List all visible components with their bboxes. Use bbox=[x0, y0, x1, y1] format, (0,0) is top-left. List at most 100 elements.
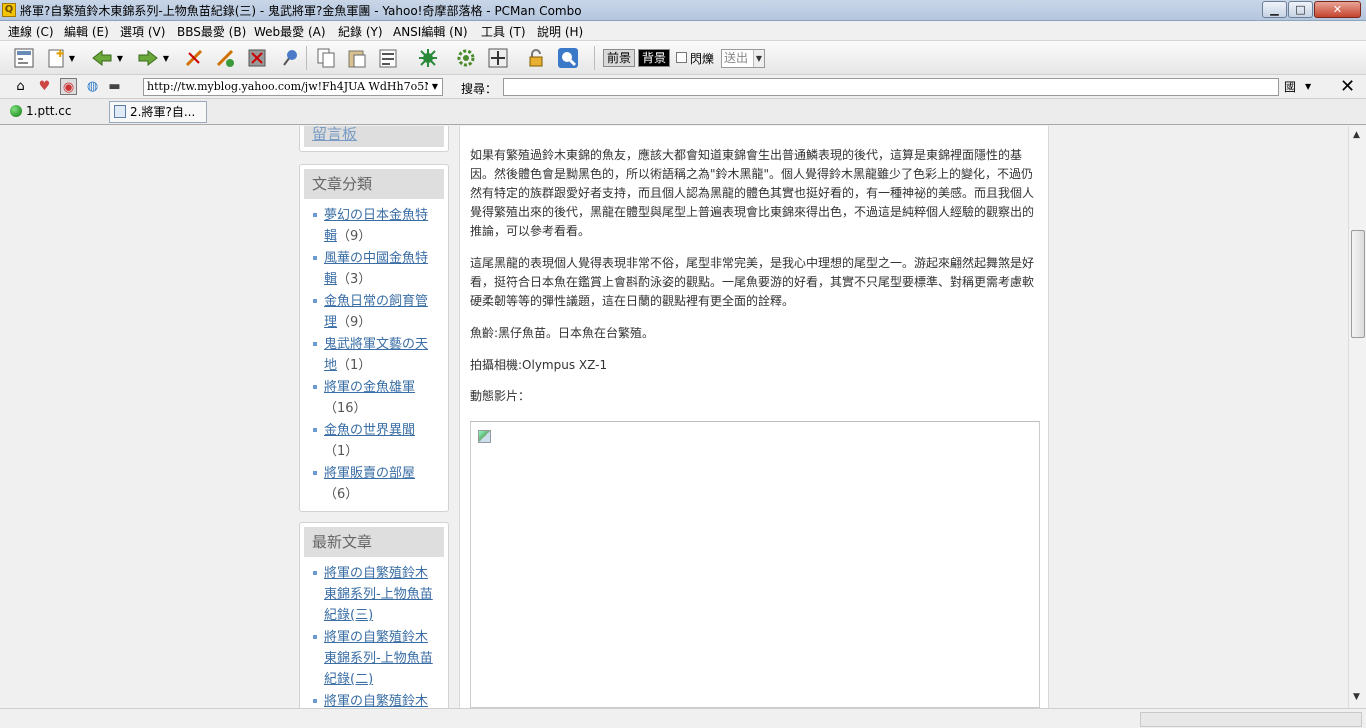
url-dropdown-icon[interactable]: ▼ bbox=[428, 79, 442, 95]
globe-icon[interactable]: ◍ bbox=[84, 78, 101, 95]
latest-posts-list: 將軍の自繁殖鈴木東錦系列-上物魚苗紀錄(三) 將軍の自繁殖鈴木東錦系列-上物魚苗… bbox=[300, 557, 448, 708]
categories-list: 夢幻の日本金魚特輯（9） 風華の中國金魚特輯（3） 金魚日常の飼育管理（9） 鬼… bbox=[300, 199, 448, 512]
status-panel bbox=[1140, 712, 1362, 727]
fish-age-text: 魚齡:黑仔魚苗。日本魚在台繁殖。 bbox=[470, 326, 655, 340]
category-item: 金魚日常の飼育管理（9） bbox=[312, 291, 438, 333]
toolbar-separator bbox=[594, 46, 595, 70]
charset-dropdown-icon[interactable]: ▼ bbox=[1305, 78, 1317, 96]
terminal-icon[interactable]: ▬ bbox=[106, 78, 123, 95]
copy-icon[interactable] bbox=[314, 46, 338, 70]
app-icon: Q bbox=[2, 3, 16, 17]
category-link[interactable]: 將軍販賣の部屋 bbox=[324, 466, 415, 481]
blink-label: 閃爍 bbox=[690, 52, 715, 66]
lock-icon[interactable] bbox=[524, 46, 548, 70]
minimize-button[interactable]: ▁ bbox=[1262, 1, 1287, 18]
latest-posts-heading: 最新文章 bbox=[304, 527, 444, 557]
forward-arrow-icon[interactable] bbox=[136, 46, 160, 70]
tab-ptt[interactable]: 1.ptt.cc bbox=[6, 101, 104, 123]
toolbar-separator bbox=[306, 46, 307, 70]
foreground-color-button[interactable]: 前景 bbox=[603, 49, 636, 67]
latest-post-item: 將軍の自繁殖鈴木東錦系列-上物魚苗紀錄(三) bbox=[312, 563, 438, 626]
back-arrow-icon[interactable] bbox=[90, 46, 114, 70]
vertical-scrollbar[interactable]: ▲ ▼ bbox=[1348, 126, 1366, 708]
add-page-icon[interactable]: ✚ bbox=[44, 46, 68, 70]
fullscreen-icon[interactable] bbox=[486, 46, 510, 70]
category-link[interactable]: 金魚の世界異聞 bbox=[324, 423, 415, 438]
forward-dropdown-icon[interactable]: ▼ bbox=[160, 46, 172, 70]
menu-options[interactable]: 選項 (V) bbox=[120, 23, 165, 40]
address-bar: ⌂ ♥ ◉ ◍ ▬ http://tw.myblog.yahoo.com/jw!… bbox=[0, 75, 1366, 99]
category-count: （3） bbox=[337, 272, 372, 287]
paste-special-icon[interactable] bbox=[376, 46, 400, 70]
settings-gear-icon[interactable] bbox=[454, 46, 478, 70]
back-dropdown-icon[interactable]: ▼ bbox=[114, 46, 126, 70]
quick-search-icon[interactable] bbox=[556, 46, 580, 70]
category-count: （9） bbox=[337, 229, 372, 244]
disconnect-icon[interactable] bbox=[182, 46, 206, 70]
blink-checkbox[interactable] bbox=[676, 52, 687, 63]
latest-post-link[interactable]: 將軍の自繁殖鈴木東錦系列-上物魚苗紀錄(二) bbox=[324, 630, 433, 687]
favorites-heart-icon[interactable]: ♥ bbox=[36, 78, 53, 95]
main-toolbar: ✚ ▼ ▼ ▼ 前景 背景 閃爍 送出 ▼ bbox=[0, 41, 1366, 75]
message-board-link[interactable]: 留言板 bbox=[304, 126, 444, 147]
scroll-thumb[interactable] bbox=[1351, 230, 1365, 338]
send-dropdown-arrow-icon[interactable]: ▼ bbox=[753, 50, 764, 67]
latest-post-link[interactable]: 將軍の自繁殖鈴木 bbox=[324, 694, 428, 708]
broken-image-icon bbox=[478, 430, 491, 443]
category-item: 將軍販賣の部屋 （6） bbox=[312, 463, 438, 505]
tab-label: 1.ptt.cc bbox=[26, 104, 72, 118]
tab-bar: 1.ptt.cc 2.將軍?自... bbox=[0, 99, 1366, 125]
menu-connect[interactable]: 連線 (C) bbox=[8, 23, 54, 40]
menu-edit[interactable]: 編輯 (E) bbox=[64, 23, 109, 40]
menu-help[interactable]: 說明 (H) bbox=[537, 23, 583, 40]
category-item: 風華の中國金魚特輯（3） bbox=[312, 248, 438, 290]
maximize-button[interactable]: □ bbox=[1288, 1, 1313, 18]
search-input[interactable] bbox=[503, 78, 1279, 96]
category-count: （9） bbox=[337, 315, 372, 330]
background-color-button[interactable]: 背景 bbox=[638, 49, 671, 67]
search-label: 搜尋： bbox=[461, 82, 498, 96]
menu-web-favorites[interactable]: Web最愛 (A) bbox=[254, 23, 326, 40]
menu-ansi-edit[interactable]: ANSI編輯 (N) bbox=[393, 23, 468, 40]
reconnect-icon[interactable] bbox=[213, 46, 237, 70]
article-pane: 如果有繁殖過鈴木東錦的魚友，應該大都會知道東錦會生出普通鱗表現的後代，這算是東錦… bbox=[459, 126, 1049, 708]
video-label: 動態影片： bbox=[470, 389, 531, 403]
message-board-box: 留言板 bbox=[299, 126, 449, 152]
pin-icon[interactable] bbox=[277, 46, 301, 70]
emoticon-icon[interactable] bbox=[416, 46, 440, 70]
category-count: （1） bbox=[324, 444, 359, 459]
category-item: 鬼武將軍文藝の天地（1） bbox=[312, 334, 438, 376]
add-page-dropdown-icon[interactable]: ▼ bbox=[66, 46, 78, 70]
scroll-down-icon[interactable]: ▼ bbox=[1353, 692, 1360, 702]
category-item: 金魚の世界異聞 （1） bbox=[312, 420, 438, 462]
svg-text:✚: ✚ bbox=[56, 49, 64, 60]
menu-bar: 連線 (C) 編輯 (E) 選項 (V) BBS最愛 (B) Web最愛 (A)… bbox=[0, 21, 1366, 41]
url-input[interactable]: http://tw.myblog.yahoo.com/jw!Fh4JUA WdH… bbox=[143, 78, 443, 96]
article-paragraph: 這尾黑龍的表現個人覺得表現非常不俗，尾型非常完美，是我心中理想的尾型之一。游起來… bbox=[470, 256, 1035, 308]
latest-posts-box: 最新文章 將軍の自繁殖鈴木東錦系列-上物魚苗紀錄(三) 將軍の自繁殖鈴木東錦系列… bbox=[299, 522, 449, 708]
tab-blog[interactable]: 2.將軍?自... bbox=[109, 101, 207, 123]
stop-icon[interactable] bbox=[245, 46, 269, 70]
menu-history[interactable]: 紀錄 (Y) bbox=[338, 23, 383, 40]
camera-text: 拍攝相機:Olympus XZ-1 bbox=[470, 358, 608, 372]
record-icon[interactable]: ◉ bbox=[60, 78, 77, 95]
new-page-icon[interactable] bbox=[12, 46, 36, 70]
category-link[interactable]: 將軍の金魚雄軍 bbox=[324, 380, 415, 395]
home-icon[interactable]: ⌂ bbox=[12, 78, 29, 95]
category-count: （6） bbox=[324, 487, 359, 502]
tab-label: 2.將軍?自... bbox=[130, 105, 196, 119]
video-embed[interactable] bbox=[470, 421, 1040, 708]
web-viewport: 留言板 文章分類 夢幻の日本金魚特輯（9） 風華の中國金魚特輯（3） 金魚日常の… bbox=[0, 126, 1348, 708]
latest-post-link[interactable]: 將軍の自繁殖鈴木東錦系列-上物魚苗紀錄(三) bbox=[324, 566, 433, 623]
connected-status-icon bbox=[10, 105, 22, 117]
close-window-button[interactable]: ✕ bbox=[1314, 1, 1361, 18]
category-count: （1） bbox=[337, 358, 372, 373]
paste-icon[interactable] bbox=[345, 46, 369, 70]
menu-tools[interactable]: 工具 (T) bbox=[481, 23, 526, 40]
menu-bbs-favorites[interactable]: BBS最愛 (B) bbox=[177, 23, 246, 40]
category-count: （16） bbox=[324, 401, 367, 416]
close-address-bar-icon[interactable]: ✕ bbox=[1340, 76, 1355, 97]
categories-box: 文章分類 夢幻の日本金魚特輯（9） 風華の中國金魚特輯（3） 金魚日常の飼育管理… bbox=[299, 164, 449, 512]
latest-post-item: 將軍の自繁殖鈴木 bbox=[312, 691, 438, 708]
scroll-up-icon[interactable]: ▲ bbox=[1353, 130, 1360, 140]
